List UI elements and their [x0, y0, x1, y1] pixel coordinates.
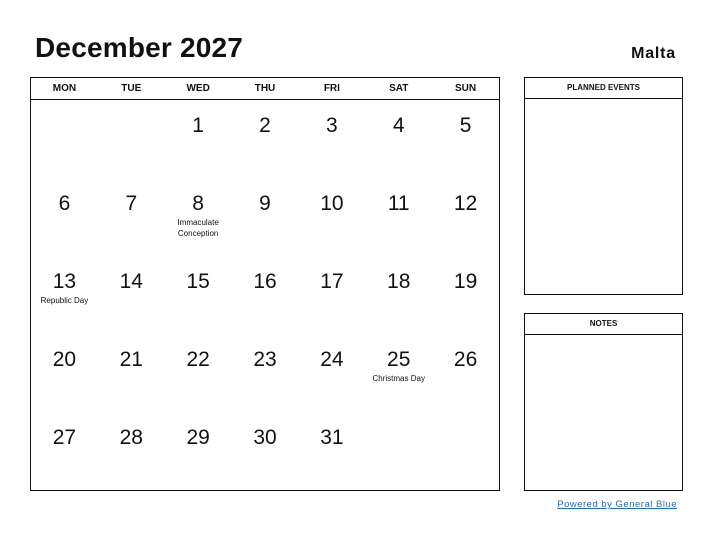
- day-number: 13: [52, 270, 77, 293]
- day-number: 5: [459, 114, 472, 137]
- calendar-weeks: 1 2 3 4 5 6 7 8 Immaculate Conception 9 10 11 12 13 Re…: [31, 100, 499, 491]
- day-number: 18: [387, 270, 411, 293]
- day-cell[interactable]: 6: [31, 178, 98, 256]
- day-cell[interactable]: 11: [365, 178, 432, 256]
- day-cell[interactable]: 3: [298, 100, 365, 178]
- day-cell[interactable]: 5: [432, 100, 499, 178]
- day-number: 6: [58, 192, 71, 215]
- day-cell[interactable]: 25 Christmas Day: [365, 334, 432, 412]
- month-title: December 2027: [35, 32, 244, 63]
- day-number: 20: [52, 348, 77, 371]
- day-number: 28: [119, 426, 143, 449]
- day-cell[interactable]: 15: [165, 256, 232, 334]
- week-row: 27 28 29 30 31: [31, 412, 499, 491]
- day-cell[interactable]: 21: [98, 334, 165, 412]
- day-cell[interactable]: 18: [365, 256, 432, 334]
- day-cell[interactable]: 13 Republic Day: [31, 256, 98, 334]
- day-cell[interactable]: 22: [165, 334, 232, 412]
- holiday-label: Republic Day: [40, 296, 89, 305]
- day-cell[interactable]: 29: [165, 412, 232, 491]
- day-number: 10: [320, 192, 344, 215]
- day-number: 14: [119, 270, 143, 293]
- day-number: 26: [453, 348, 478, 371]
- week-row: 13 Republic Day 14 15 16 17 18 19: [31, 256, 499, 334]
- day-cell[interactable]: 27: [31, 412, 98, 491]
- day-number: 4: [392, 114, 405, 137]
- day-cell[interactable]: 14: [98, 256, 165, 334]
- day-cell: [365, 412, 432, 491]
- day-cell: [31, 100, 98, 178]
- day-number: 27: [52, 426, 77, 449]
- day-number: 1: [192, 114, 204, 137]
- planned-events-panel[interactable]: PLANNED EVENTS: [524, 77, 683, 295]
- day-cell[interactable]: 17: [298, 256, 365, 334]
- notes-title: NOTES: [525, 314, 682, 335]
- weekday-thu: THU: [254, 83, 276, 94]
- day-number: 11: [387, 192, 410, 215]
- day-number: 17: [320, 270, 344, 293]
- day-number: 7: [125, 192, 138, 215]
- weekday-fri: FRI: [323, 83, 340, 94]
- day-cell[interactable]: 20: [31, 334, 98, 412]
- week-row: 6 7 8 Immaculate Conception 9 10 11 12: [31, 178, 499, 256]
- weekday-wed: WED: [186, 83, 210, 94]
- powered-by-link[interactable]: Powered by General Blue: [557, 499, 677, 510]
- day-cell[interactable]: 26: [432, 334, 499, 412]
- day-number: 2: [259, 114, 271, 137]
- day-cell[interactable]: 9: [232, 178, 299, 256]
- day-cell[interactable]: 12: [432, 178, 499, 256]
- holiday-label: Immaculate Conception: [177, 218, 219, 238]
- day-number: 29: [186, 426, 210, 449]
- day-cell[interactable]: 2: [232, 100, 299, 178]
- day-number: 19: [453, 270, 478, 293]
- day-number: 12: [453, 192, 478, 215]
- weekday-header: MON TUE WED THU FRI SAT SUN: [31, 78, 499, 100]
- day-cell[interactable]: 10: [298, 178, 365, 256]
- day-number: 24: [320, 348, 344, 371]
- day-number: 3: [326, 114, 338, 137]
- week-row: 1 2 3 4 5: [31, 100, 499, 178]
- day-cell[interactable]: 1: [165, 100, 232, 178]
- day-number: 30: [253, 426, 277, 449]
- day-number: 31: [320, 426, 344, 449]
- weekday-mon: MON: [52, 83, 77, 94]
- notes-panel[interactable]: NOTES: [524, 313, 683, 491]
- day-number: 25: [387, 348, 411, 371]
- holiday-label: Christmas Day: [372, 374, 425, 383]
- day-number: 9: [259, 192, 271, 215]
- day-cell[interactable]: 16: [232, 256, 299, 334]
- day-number: 21: [119, 348, 143, 371]
- day-cell[interactable]: 28: [98, 412, 165, 491]
- day-cell[interactable]: 31: [298, 412, 365, 491]
- day-cell: [98, 100, 165, 178]
- day-number: 22: [186, 348, 210, 371]
- day-number: 23: [253, 348, 277, 371]
- day-cell[interactable]: 24: [298, 334, 365, 412]
- day-number: 8: [192, 192, 204, 215]
- day-cell[interactable]: 19: [432, 256, 499, 334]
- country-label: Malta: [631, 45, 676, 62]
- calendar-grid: MON TUE WED THU FRI SAT SUN 1 2 3 4 5 6 7 8 Immaculate…: [30, 77, 500, 491]
- day-number: 16: [253, 270, 277, 293]
- day-cell[interactable]: 8 Immaculate Conception: [165, 178, 232, 256]
- day-cell[interactable]: 7: [98, 178, 165, 256]
- week-row: 20 21 22 23 24 25 Christmas Day 26: [31, 334, 499, 412]
- day-cell: [432, 412, 499, 491]
- weekday-tue: TUE: [121, 83, 142, 94]
- planned-events-title: PLANNED EVENTS: [525, 78, 682, 99]
- day-cell[interactable]: 23: [232, 334, 299, 412]
- weekday-sat: SAT: [389, 83, 409, 94]
- day-number: 15: [186, 270, 210, 293]
- weekday-sun: SUN: [455, 83, 477, 94]
- day-cell[interactable]: 4: [365, 100, 432, 178]
- day-cell[interactable]: 30: [232, 412, 299, 491]
